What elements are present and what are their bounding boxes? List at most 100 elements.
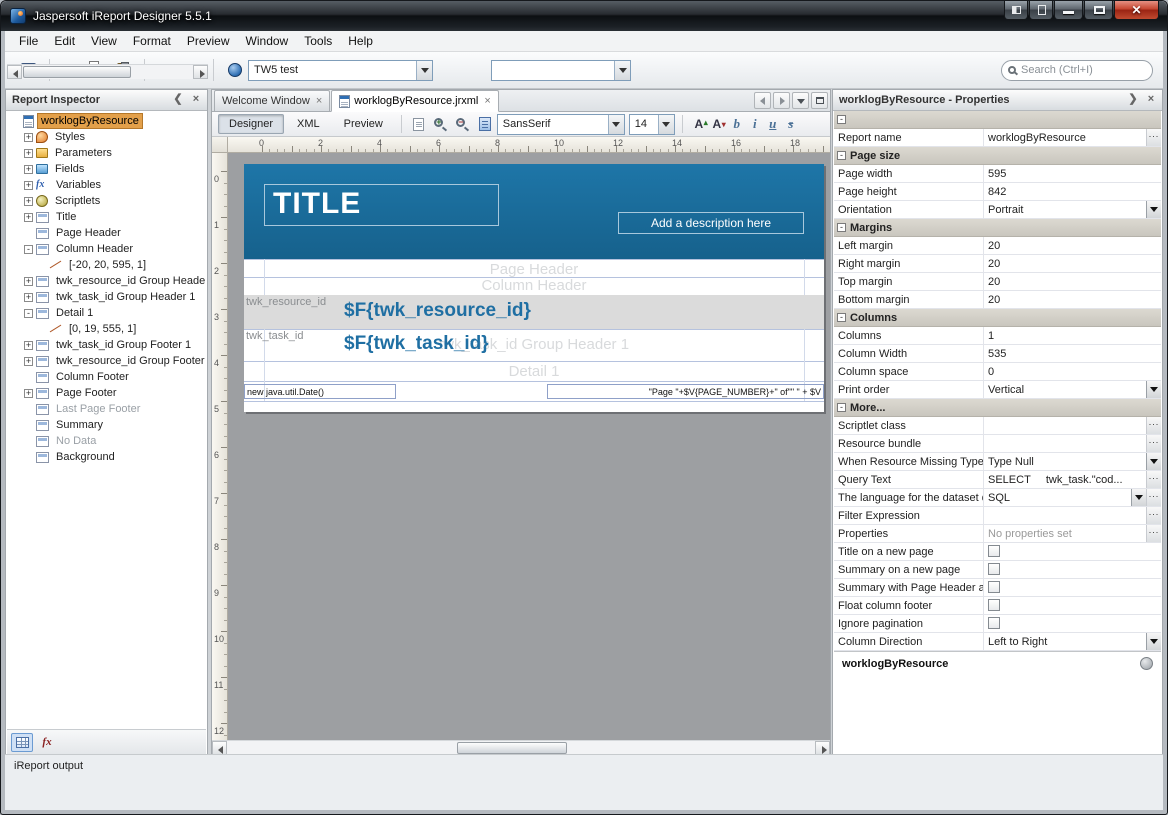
tree-expander-icon[interactable]: + (24, 389, 33, 398)
property-value[interactable]: 20 (984, 273, 1161, 290)
property-value[interactable]: Portrait (984, 201, 1161, 218)
tree-expander-icon[interactable]: + (24, 357, 33, 366)
tree-item-worklogbyresource[interactable]: worklogByResource (7, 113, 206, 129)
scroll-right-icon[interactable] (815, 741, 830, 755)
property-value[interactable]: 595 (984, 165, 1161, 182)
tree-expander-icon[interactable]: + (24, 165, 33, 174)
tree-item-variables[interactable]: +Variables (7, 177, 206, 193)
scrollbar-thumb[interactable] (457, 742, 567, 754)
property-value[interactable] (984, 417, 1146, 434)
preview-view-button[interactable]: Preview (333, 114, 394, 134)
collapse-section-icon[interactable]: - (837, 151, 846, 160)
search-input[interactable] (1021, 64, 1146, 76)
tree-item-column-footer[interactable]: Column Footer (7, 369, 206, 385)
tree-item-fields[interactable]: +Fields (7, 161, 206, 177)
menu-format[interactable]: Format (125, 31, 179, 51)
property-value[interactable]: SELECT twk_task."cod... (984, 471, 1146, 488)
resource-field-expression[interactable]: $F{twk_resource_id} (344, 300, 531, 322)
collapse-section-icon[interactable]: - (837, 223, 846, 232)
canvas-viewport[interactable]: TITLE Add a description here Page Header… (228, 153, 830, 740)
dropdown-arrow-icon[interactable] (1146, 453, 1161, 470)
property-section-page-size[interactable]: -Page size (834, 147, 1161, 165)
ellipsis-button[interactable]: ... (1146, 471, 1161, 488)
tree-item-0-19-555-1[interactable]: [0, 19, 555, 1] (7, 321, 206, 337)
increase-font-size-icon[interactable]: A▴ (690, 115, 708, 133)
tree-item-column-header[interactable]: -Column Header (7, 241, 206, 257)
dock-window-button[interactable] (1004, 1, 1028, 20)
description-element[interactable]: Add a description here (618, 212, 804, 234)
property-value[interactable] (984, 579, 1161, 596)
property-value[interactable]: SQL (984, 489, 1146, 506)
dropdown-arrow-icon[interactable] (1131, 489, 1146, 506)
property-value[interactable]: 1 (984, 327, 1161, 344)
help-icon[interactable] (1140, 657, 1153, 670)
tree-item-background[interactable]: Background (7, 449, 206, 465)
tree-expander-icon[interactable]: + (24, 213, 33, 222)
close-button[interactable]: ✕ (1114, 1, 1159, 20)
format-b-button[interactable]: b (728, 115, 746, 133)
report-wizard-button[interactable] (475, 114, 495, 134)
tree-item-parameters[interactable]: +Parameters (7, 145, 206, 161)
document-window-button[interactable] (1029, 1, 1053, 20)
menu-edit[interactable]: Edit (46, 31, 83, 51)
menu-file[interactable]: File (11, 31, 46, 51)
tree-expander-icon[interactable]: + (24, 149, 33, 158)
checkbox[interactable] (988, 599, 1000, 611)
date-expression-element[interactable]: new java.util.Date() (244, 384, 396, 399)
chevron-down-icon[interactable] (416, 61, 432, 80)
menu-help[interactable]: Help (340, 31, 381, 51)
tab-close-icon[interactable]: × (484, 96, 490, 107)
collapse-section-icon[interactable]: - (837, 403, 846, 412)
tree-expander-icon[interactable]: + (24, 293, 33, 302)
property-value[interactable]: 20 (984, 291, 1161, 308)
canvas-hscrollbar[interactable] (212, 740, 830, 755)
elements-view-button[interactable] (11, 733, 33, 752)
property-section-columns[interactable]: -Columns (834, 309, 1161, 327)
property-value[interactable]: 842 (984, 183, 1161, 200)
decrease-font-size-icon[interactable]: A▾ (708, 115, 726, 133)
chevron-down-icon[interactable] (658, 115, 674, 134)
property-value[interactable]: Type Null (984, 453, 1161, 470)
resource-group-header-band[interactable]: twk_resource_id $F{twk_resource_id} (244, 295, 824, 329)
page-preview-button[interactable] (409, 114, 429, 134)
title-band[interactable]: TITLE Add a description here (244, 164, 824, 259)
property-value[interactable]: Left to Right (984, 633, 1161, 650)
menu-tools[interactable]: Tools (296, 31, 340, 51)
float-panel-icon[interactable]: ❯ (1126, 93, 1140, 107)
designer-view-button[interactable]: Designer (218, 114, 284, 134)
tree-expander-icon[interactable]: + (24, 133, 33, 142)
task-field-expression[interactable]: $F{twk_task_id} (344, 333, 489, 355)
tree-item-page-header[interactable]: Page Header (7, 225, 206, 241)
xml-view-button[interactable]: XML (286, 114, 331, 134)
menu-window[interactable]: Window (238, 31, 297, 51)
dropdown-arrow-icon[interactable] (1146, 381, 1161, 398)
checkbox[interactable] (988, 563, 1000, 575)
ellipsis-button[interactable]: ... (1146, 417, 1161, 434)
formatting-tools-button[interactable] (36, 733, 58, 752)
ellipsis-button[interactable]: ... (1146, 525, 1161, 542)
tree-item-twk-task-id-group-header-1[interactable]: +twk_task_id Group Header 1 (7, 289, 206, 305)
property-value[interactable] (984, 597, 1161, 614)
datasource-combo[interactable]: TW5 test (248, 60, 433, 81)
inspector-hscrollbar[interactable] (7, 64, 208, 79)
title-text-element[interactable]: TITLE (264, 184, 499, 226)
tree-item-page-footer[interactable]: +Page Footer (7, 385, 206, 401)
ellipsis-button[interactable]: ... (1146, 507, 1161, 524)
property-section-more[interactable]: -More... (834, 399, 1161, 417)
property-value[interactable] (984, 615, 1161, 632)
ellipsis-button[interactable]: ... (1146, 129, 1161, 146)
ellipsis-button[interactable]: ... (1146, 435, 1161, 452)
format-s-button[interactable]: s (782, 115, 800, 133)
zoom-in-button[interactable]: + (431, 114, 451, 134)
datasource-button[interactable] (222, 57, 248, 83)
scroll-right-icon[interactable] (193, 65, 208, 79)
scroll-left-icon[interactable] (7, 65, 22, 79)
format-i-button[interactable]: i (746, 115, 764, 133)
maximize-editor-button[interactable] (811, 92, 828, 109)
tab-close-icon[interactable]: × (316, 96, 322, 107)
report-page[interactable]: TITLE Add a description here Page Header… (244, 164, 824, 412)
property-value[interactable]: 20 (984, 237, 1161, 254)
menu-preview[interactable]: Preview (179, 31, 238, 51)
page-number-expression-element[interactable]: "Page "+$V{PAGE_NUMBER}+" of"" " + $V (547, 384, 824, 399)
secondary-combo[interactable] (491, 60, 631, 81)
